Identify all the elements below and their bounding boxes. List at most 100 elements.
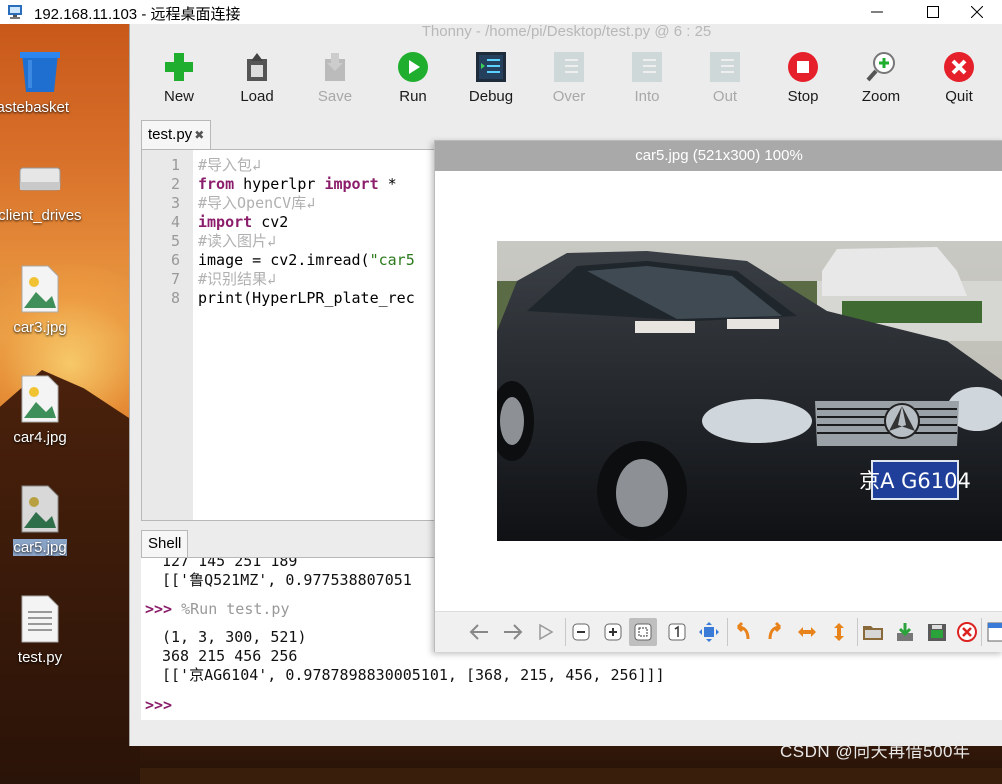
shell-prompt: >>> (145, 696, 173, 714)
zoom-out-button[interactable] (567, 618, 595, 646)
over-label: Over (552, 88, 586, 105)
new-button[interactable]: New (144, 50, 214, 105)
desktop-icon-car4[interactable]: car4.jpg (0, 374, 80, 447)
license-plate-text: 京A G6104 (859, 469, 971, 493)
car-image: 京A G6104 (497, 241, 1002, 541)
code-line-3: #导入OpenCV库↲ (198, 194, 316, 212)
open-file-button[interactable] (859, 618, 887, 646)
folder-icon (863, 626, 883, 640)
rotate-right-button[interactable] (761, 618, 789, 646)
shell-output-line: 127 145 251 189 (162, 557, 298, 570)
debug-button[interactable]: Debug (456, 50, 526, 105)
line-number: 8 (170, 289, 180, 307)
out-label: Out (712, 88, 738, 105)
rotate-right-icon (768, 621, 782, 640)
desktop-icon-car5[interactable]: car5.jpg (0, 484, 80, 557)
line-number: 6 (170, 251, 180, 269)
editor-tab-test-py[interactable]: test.py ✖ (141, 120, 212, 149)
load-label: Load (240, 88, 274, 105)
close-button[interactable] (952, 0, 1002, 24)
flip-vertical-button[interactable] (825, 618, 853, 646)
step-out-icon (710, 52, 740, 82)
step-out-button[interactable]: Out (690, 50, 760, 105)
close-icon (971, 6, 983, 18)
viewer-toolbar (435, 611, 1002, 652)
zoom-icon (866, 52, 895, 82)
watermark: CSDN @向天再借500年 (780, 742, 971, 761)
desktop-icon-wastebasket[interactable]: Wastebasket (0, 50, 80, 117)
code-line-5: #读入图片↲ (198, 232, 277, 250)
fit-window-button[interactable] (629, 618, 657, 646)
delete-icon (957, 622, 977, 642)
stop-icon (788, 52, 818, 82)
desktop-icon-car3[interactable]: car3.jpg (0, 264, 80, 337)
save-label: Save (317, 88, 353, 105)
minimize-icon (871, 11, 883, 13)
drive-icon (19, 167, 61, 191)
step-over-button[interactable]: Over (534, 50, 604, 105)
step-into-button[interactable]: Into (612, 50, 682, 105)
original-size-button[interactable] (663, 618, 691, 646)
delete-image-button[interactable] (953, 618, 981, 646)
code-line-7: #识别结果↲ (198, 270, 277, 288)
save-button[interactable]: Save (300, 50, 370, 105)
image-file-icon (21, 485, 59, 533)
save-as-icon (928, 624, 946, 641)
line-number: 2 (170, 175, 180, 193)
editor-tab-label: test.py (148, 126, 193, 143)
debug-label: Debug (468, 88, 514, 105)
zoom-button[interactable]: Zoom (846, 50, 916, 105)
image-viewer-window: car5.jpg (521x300) 100% 京A G6104 (434, 140, 1002, 652)
original-size-icon (668, 623, 686, 641)
rotate-left-button[interactable] (729, 618, 757, 646)
next-image-button[interactable] (499, 618, 527, 646)
quit-button[interactable]: Quit (924, 50, 994, 105)
flip-horizontal-button[interactable] (793, 618, 821, 646)
desktop-icon-test-py[interactable]: test.py (0, 594, 80, 667)
load-button[interactable]: Load (222, 50, 292, 105)
code-line-1: #导入包↲ (198, 156, 262, 174)
run-icon (398, 52, 428, 82)
into-label: Into (634, 88, 660, 105)
toolbar-separator (981, 618, 982, 646)
image-file-icon (21, 265, 59, 313)
fullscreen-button[interactable] (695, 618, 723, 646)
line-number: 1 (170, 156, 180, 174)
toolbar-separator (565, 618, 566, 646)
run-button[interactable]: Run (378, 50, 448, 105)
rotate-left-icon (736, 621, 750, 640)
new-label: New (163, 88, 194, 105)
shell-command-line: >>> %Run test.py (145, 600, 290, 618)
play-icon (539, 623, 554, 641)
flip-vertical-icon (834, 623, 844, 641)
code-editor[interactable]: 1 2 3 4 5 6 7 8 #导入包↲ from hyperlpr impo… (141, 149, 439, 521)
desktop-icon-thinclient-drives[interactable]: thinclient_drives (0, 164, 82, 225)
code-line-6: image = cv2.imread("car5 (198, 251, 415, 269)
shell-output-line: [['京AG6104', 0.9787898830005101, [368, 2… (162, 666, 665, 684)
save-icon (325, 53, 345, 81)
zoom-in-icon (604, 623, 622, 641)
rdp-window-title: 192.168.11.103 - 远程桌面连接 (34, 6, 241, 23)
arrow-right-icon (504, 624, 523, 640)
line-number: 4 (170, 213, 180, 231)
maximize-button[interactable] (908, 0, 958, 24)
save-as-button[interactable] (923, 618, 951, 646)
slideshow-button[interactable] (531, 618, 559, 646)
previous-image-button[interactable] (465, 618, 493, 646)
line-number: 7 (170, 270, 180, 288)
shell-output-line: (1, 3, 300, 521) (162, 628, 307, 646)
line-number: 5 (170, 232, 180, 250)
save-image-button[interactable] (891, 618, 919, 646)
preferences-button[interactable] (983, 618, 1002, 646)
zoom-in-button[interactable] (599, 618, 627, 646)
stop-button[interactable]: Stop (768, 50, 838, 105)
run-label: Run (399, 88, 427, 105)
minimize-button[interactable] (852, 0, 902, 24)
tab-close-icon[interactable]: ✖ (194, 128, 204, 142)
toolbar: New Load Save Run Debug Over Into Out St… (130, 44, 1002, 118)
shell-tab[interactable]: Shell (141, 530, 189, 557)
debug-icon (476, 52, 506, 82)
zoom-out-icon (572, 623, 590, 641)
code-line-8: print(HyperLPR_plate_rec (198, 289, 415, 307)
thonny-title: Thonny - /home/pi/Desktop/test.py @ 6 : … (421, 23, 712, 40)
